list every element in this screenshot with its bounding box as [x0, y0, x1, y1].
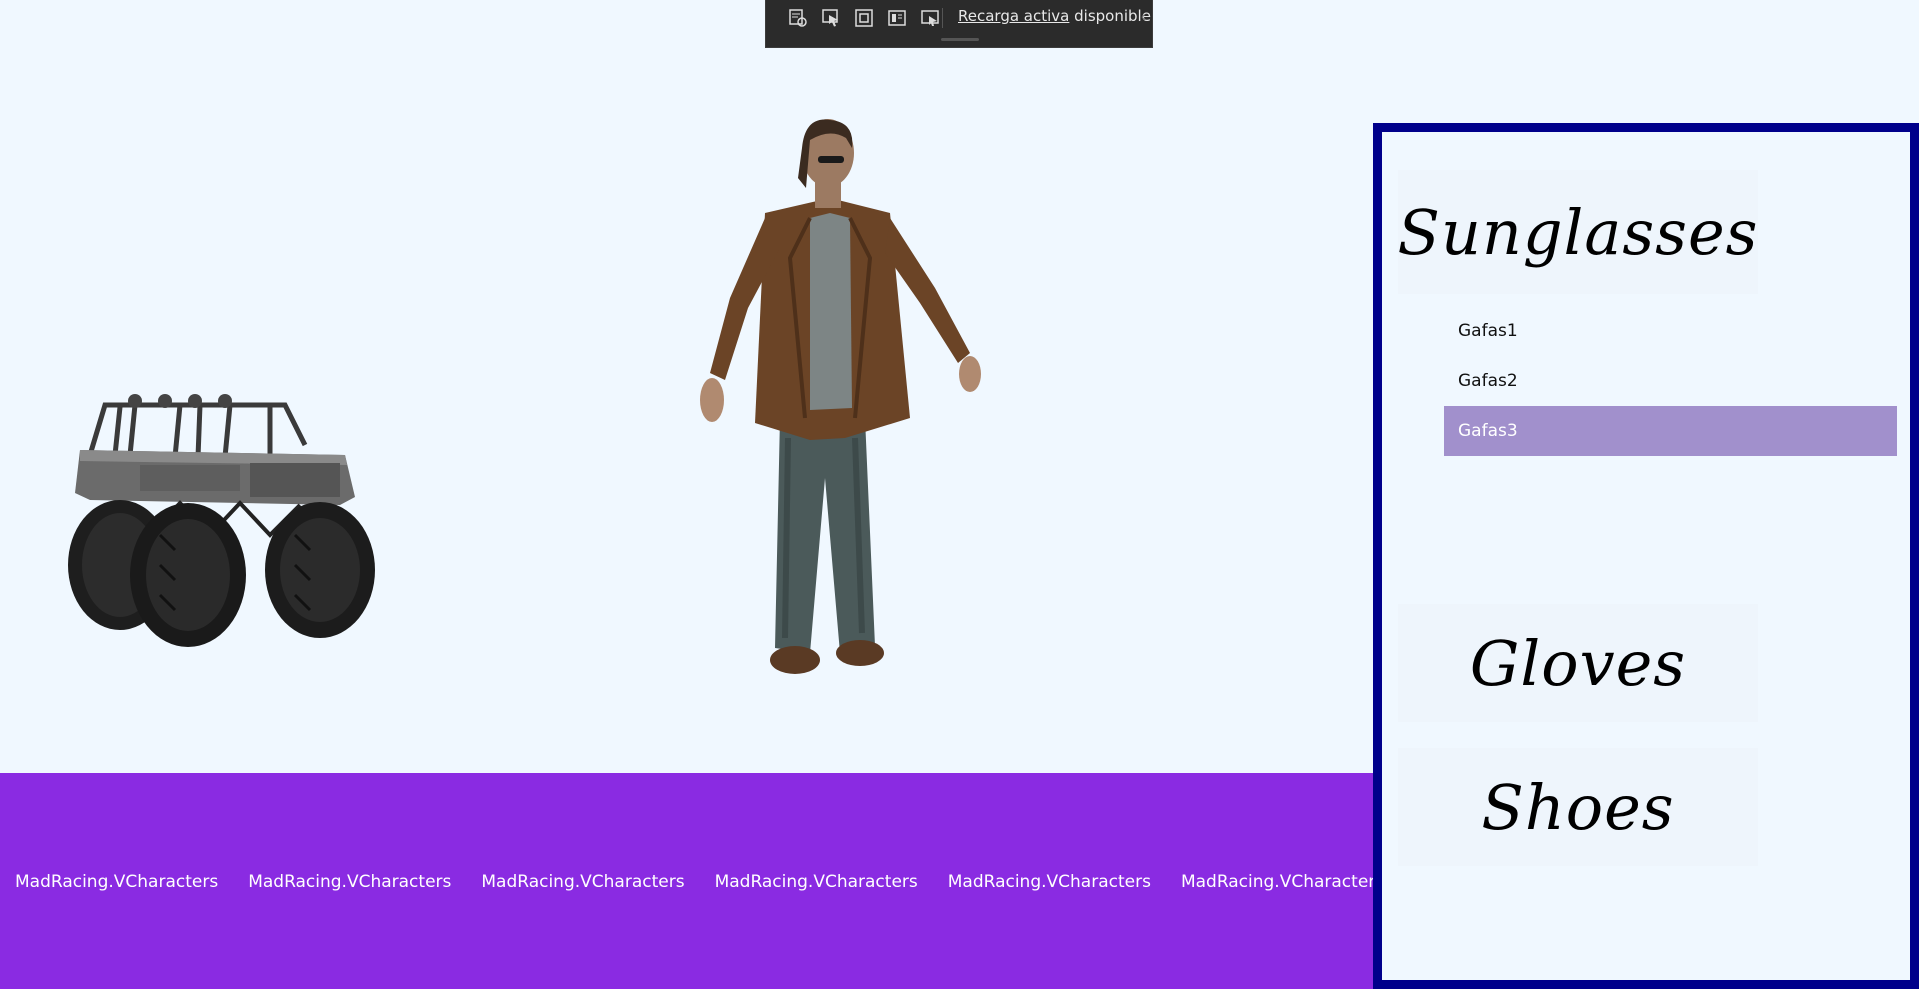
sunglasses-option-2[interactable]: Gafas2 — [1444, 356, 1897, 406]
display-layout-adorners-icon[interactable] — [850, 6, 877, 30]
gloves-title: Gloves — [1469, 626, 1687, 700]
xaml-debug-toolbar: Recarga activa disponible ‹ — [765, 0, 1153, 48]
sunglasses-section-header[interactable]: Sunglasses — [1398, 170, 1758, 294]
preview-selection-icon[interactable] — [916, 6, 943, 30]
track-focus-icon[interactable] — [883, 6, 910, 30]
banner-item: MadRacing.VCharacters — [481, 872, 685, 892]
banner-item: MadRacing.VCharacters — [947, 872, 1151, 892]
toolbar-separator — [942, 8, 943, 28]
banner-item: MadRacing.VCharacters — [1180, 872, 1375, 892]
gloves-section-header[interactable]: Gloves — [1398, 604, 1758, 722]
banner-item: MadRacing.VCharacters — [714, 872, 918, 892]
shoes-title: Shoes — [1481, 770, 1675, 844]
banner-item: MadRacing.VCharacters — [15, 872, 219, 892]
select-element-icon[interactable] — [817, 6, 844, 30]
sunglasses-option-3[interactable]: Gafas3 — [1444, 406, 1897, 456]
collapse-toolbar-icon[interactable]: ‹ — [1141, 8, 1146, 25]
accessories-panel: Sunglasses Gafas1 Gafas2 Gafas3 Gloves Sho… — [1373, 123, 1919, 989]
sunglasses-option-1[interactable]: Gafas1 — [1444, 306, 1897, 356]
characters-banner: MadRacing.VCharacters MadRacing.VCharacte… — [0, 773, 1375, 989]
banner-item-row: MadRacing.VCharacters MadRacing.VCharacte… — [15, 872, 1375, 892]
shoes-section-header[interactable]: Shoes — [1398, 748, 1758, 866]
hot-reload-link[interactable]: Recarga activa — [958, 7, 1069, 25]
hot-reload-status: Recarga activa disponible — [958, 7, 1151, 25]
monster-truck-model — [68, 394, 375, 647]
hot-reload-status-text: disponible — [1074, 7, 1151, 25]
sunglasses-title: Sunglasses — [1397, 195, 1759, 269]
character-model — [700, 119, 981, 674]
toolbar-icons — [784, 6, 943, 30]
live-visual-tree-icon[interactable] — [784, 6, 811, 30]
banner-item: MadRacing.VCharacters — [248, 872, 452, 892]
toolbar-drag-handle[interactable] — [941, 38, 979, 41]
sunglasses-list: Gafas1 Gafas2 Gafas3 — [1444, 306, 1897, 456]
